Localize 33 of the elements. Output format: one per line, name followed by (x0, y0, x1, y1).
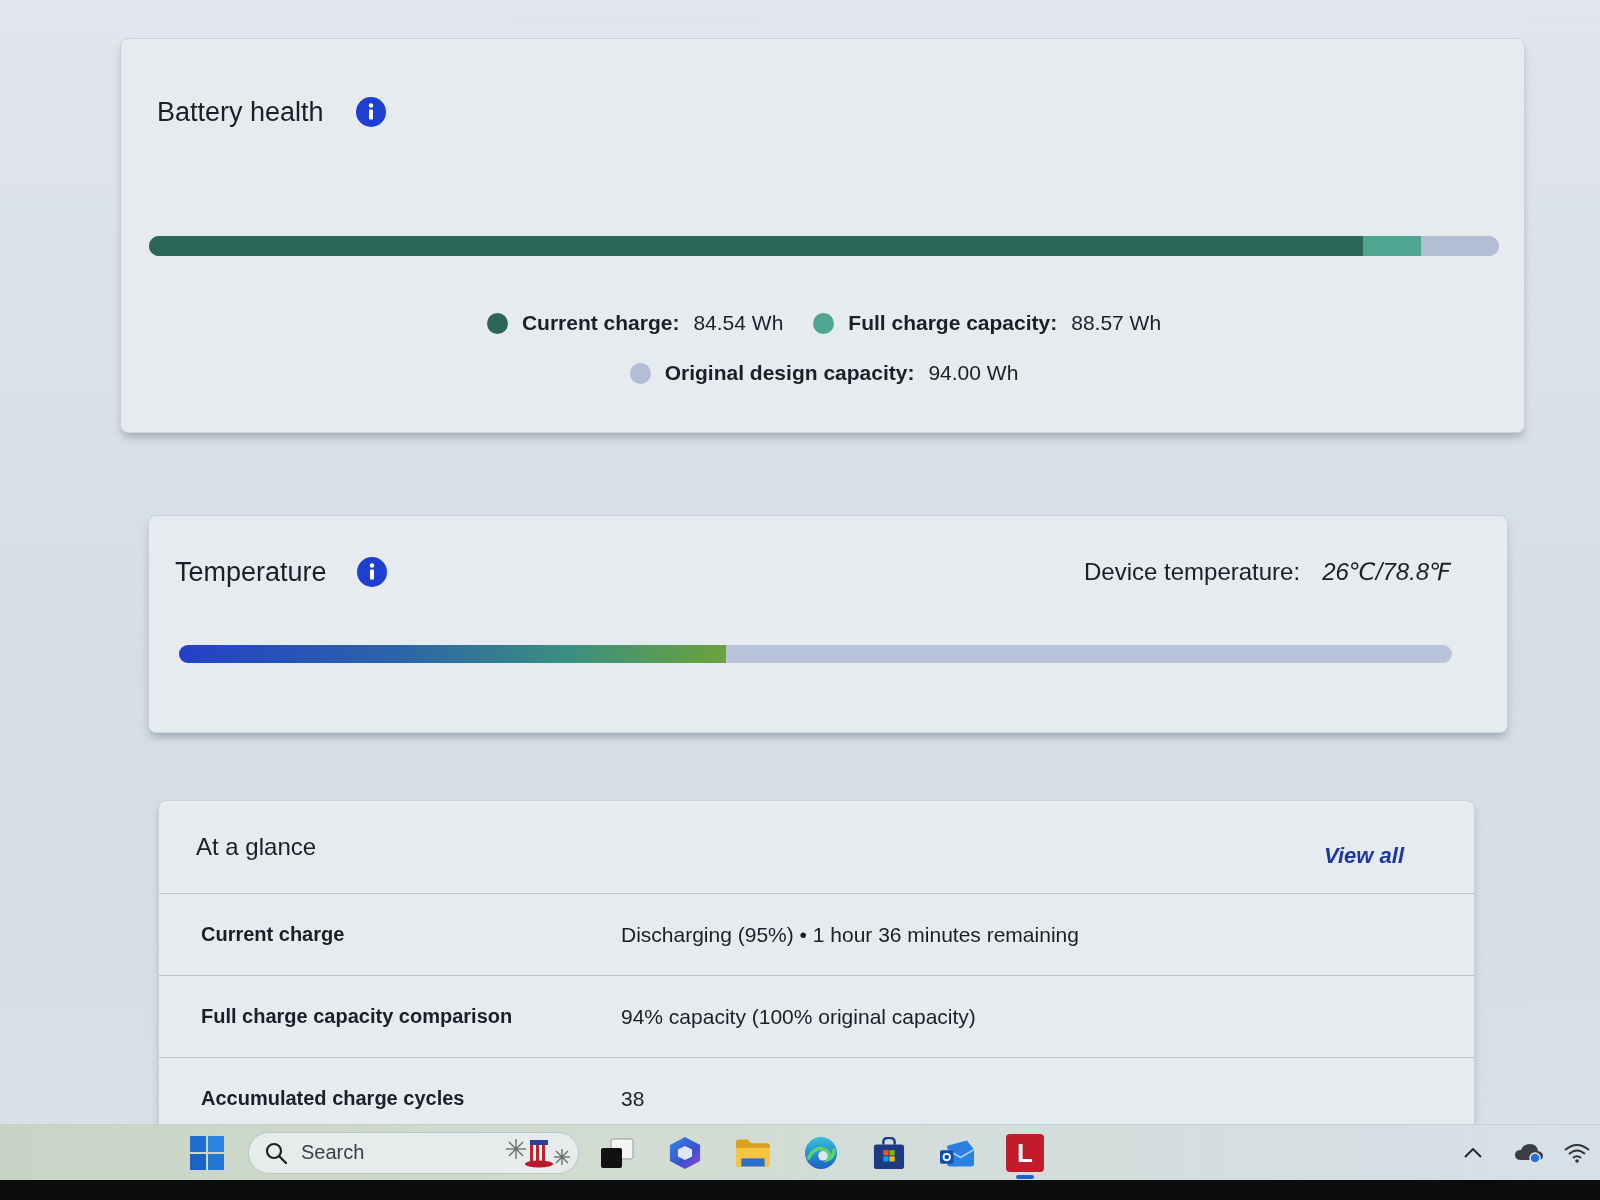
wifi-icon[interactable] (1564, 1142, 1590, 1163)
row-value: 94% capacity (100% original capacity) (621, 1004, 976, 1029)
legend-value: 94.00 Wh (928, 361, 1019, 385)
swirl-icon[interactable] (804, 1136, 838, 1169)
info-icon[interactable] (355, 97, 386, 127)
card-title: Battery health (157, 96, 324, 129)
temperature-value: 26℃/78.8℉ (1322, 558, 1452, 586)
row-label: Full charge capacity comparison (201, 1005, 513, 1028)
card-title: Temperature (175, 556, 327, 589)
reading-label: Device temperature: (1084, 558, 1301, 586)
overlapping-squares-icon[interactable] (600, 1136, 634, 1169)
chevron-up-icon[interactable] (1464, 1147, 1482, 1158)
legend-value: 84.54 Wh (693, 311, 784, 335)
row-label: Current charge (201, 923, 345, 946)
search-bar[interactable]: Search (248, 1131, 579, 1174)
row-value: 38 (621, 1086, 645, 1111)
cloud-icon[interactable] (1514, 1141, 1544, 1164)
legend-label: Current charge: (521, 311, 680, 335)
legend-label: Full charge capacity: (848, 311, 1058, 335)
grid-icon[interactable] (190, 1135, 224, 1170)
legend-label: Original design capacity: (664, 361, 915, 385)
hexagon-icon[interactable] (668, 1136, 702, 1169)
legend-value: 88.57 Wh (1071, 311, 1162, 335)
info-icon[interactable] (356, 557, 387, 587)
view-all-link[interactable]: View all (1324, 843, 1404, 869)
shopping-bag-icon[interactable] (872, 1136, 906, 1169)
search-field[interactable]: Search (301, 1141, 506, 1164)
card-title: At a glance (196, 833, 317, 861)
letter-app-button[interactable]: L (1006, 1133, 1044, 1172)
row-value: Discharging (95%) • 1 hour 36 minutes remaining (621, 922, 1079, 947)
search-icon (265, 1141, 287, 1164)
hat-icon (506, 1136, 570, 1169)
row-label: Accumulated charge cycles (201, 1087, 465, 1110)
